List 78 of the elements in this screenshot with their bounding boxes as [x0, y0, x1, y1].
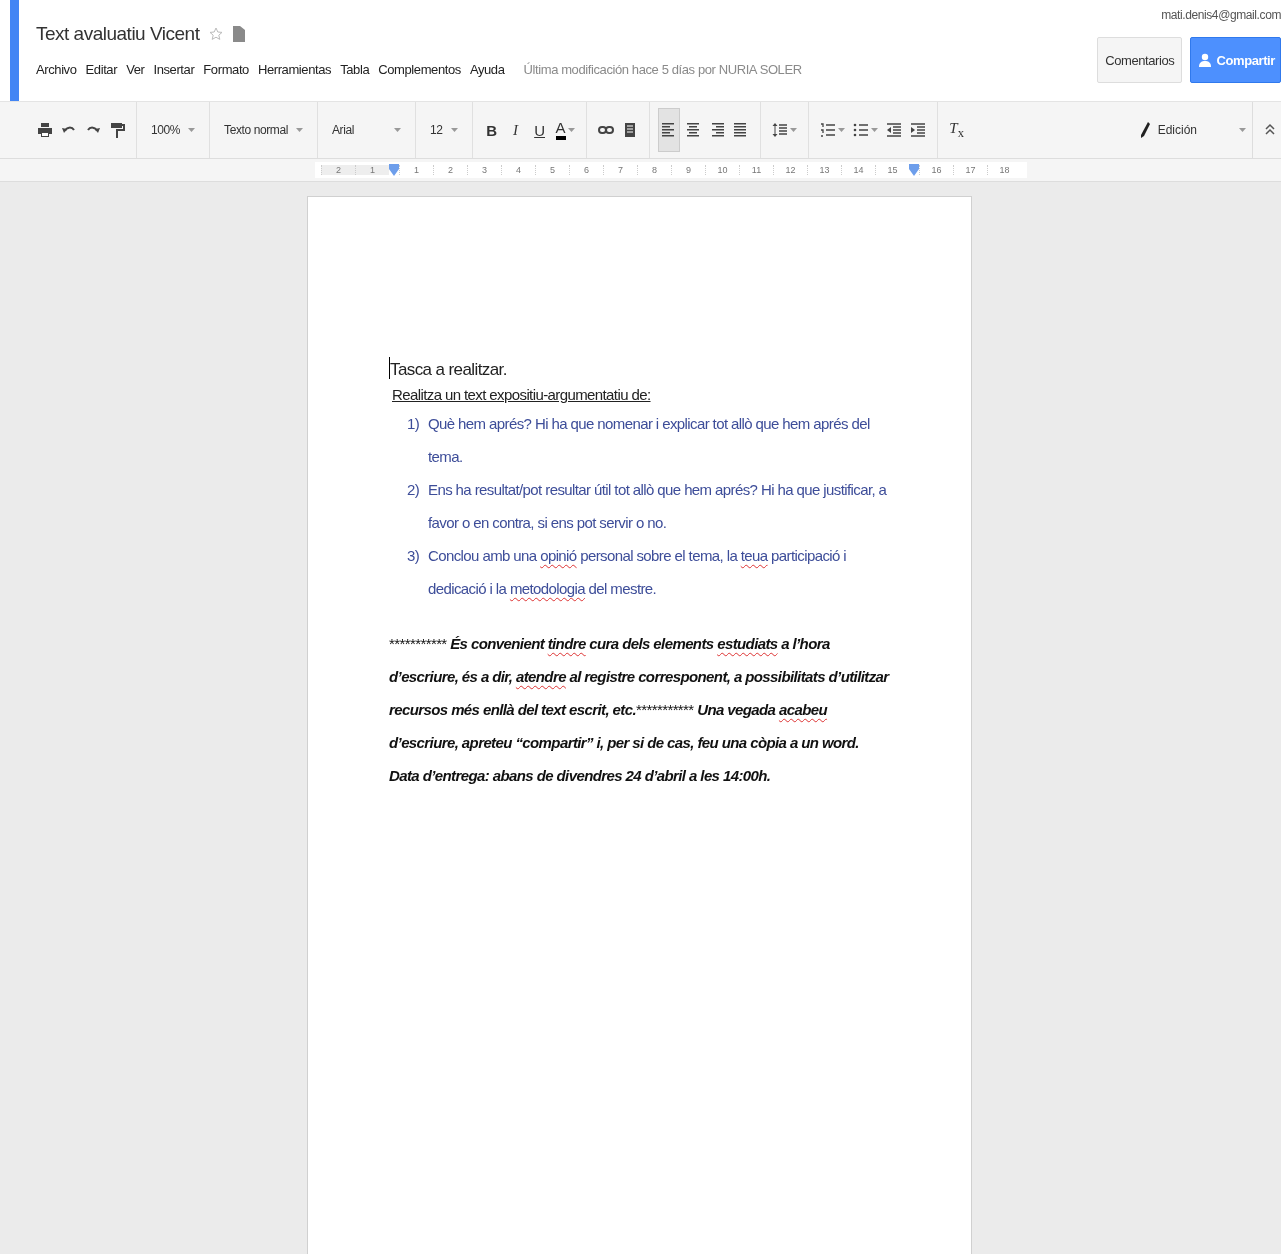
menu-item[interactable]: Formato	[203, 62, 249, 77]
menu-item[interactable]: Herramientas	[257, 62, 332, 77]
ruler-number: 18	[987, 165, 1021, 175]
list-number: 1)	[407, 414, 421, 434]
star-icon[interactable]	[209, 27, 224, 41]
ruler-number: 3	[467, 165, 501, 175]
ruler-number: 16	[919, 165, 953, 175]
pencil-icon	[1139, 122, 1150, 138]
caret-icon	[837, 128, 845, 132]
align-left-button[interactable]	[657, 108, 680, 152]
dropdown[interactable]: 100%	[145, 123, 202, 137]
align-center-icon	[684, 122, 701, 138]
clear-formatting-button[interactable]: T$_{x}$	[945, 115, 968, 145]
line-spacing-icon	[771, 122, 788, 138]
numbered-list-icon	[819, 122, 836, 138]
caret-icon	[450, 128, 458, 132]
italic-button[interactable]: I	[504, 115, 527, 145]
ruler-number: 8	[637, 165, 671, 175]
menu-item[interactable]: Ayuda	[469, 62, 505, 77]
document-title[interactable]: Text avaluatiu Vicent	[36, 23, 200, 45]
caret-icon	[567, 128, 575, 132]
caret-icon	[1239, 128, 1246, 132]
increase-indent-icon	[909, 122, 926, 138]
list-number: 2)	[407, 480, 421, 500]
ruler-number: 1	[355, 165, 389, 175]
ruler-number: 9	[671, 165, 705, 175]
dropdown[interactable]: 12	[424, 123, 464, 137]
dropdown[interactable]: Texto normal	[218, 123, 309, 137]
ruler-number: 11	[739, 165, 773, 175]
paragraph: Realitza un text expositiu-argumentatiu de:	[392, 385, 652, 405]
folder-icon[interactable]	[233, 26, 246, 42]
decrease-indent-icon	[885, 122, 902, 138]
ruler-number: 5	[535, 165, 569, 175]
menu-item[interactable]: Complementos	[378, 62, 461, 77]
ruler-number: 10	[705, 165, 739, 175]
bold-button[interactable]: B	[480, 115, 503, 145]
caret-icon	[870, 128, 878, 132]
menu-item[interactable]: Insertar	[153, 62, 195, 77]
ruler-number: 13	[807, 165, 841, 175]
print-icon	[37, 122, 53, 138]
justify-icon	[732, 122, 749, 138]
person-icon	[1199, 53, 1212, 67]
ruler-number: 2	[321, 165, 355, 175]
caret-icon	[789, 128, 797, 132]
ruler-number: 12	[773, 165, 807, 175]
paragraph: Tasca a realitzar.	[389, 357, 891, 383]
menu-item[interactable]: Editar	[85, 62, 118, 77]
text-color-button[interactable]: A	[552, 115, 578, 145]
align-left-icon	[660, 122, 677, 138]
account-email[interactable]: mati.denis4@gmail.com	[1161, 8, 1281, 22]
caret-icon	[296, 128, 303, 132]
comments-button[interactable]: Comentarios	[1097, 37, 1183, 83]
ruler-number: 7	[603, 165, 637, 175]
ruler-number: 14	[841, 165, 875, 175]
ruler[interactable]: 2 1 1 2 3 4 5 6 7 8 9 10 11 12 13 14 15 16 17 18	[315, 162, 1027, 178]
paint-roller-icon	[109, 122, 125, 138]
list-item-text: Conclou amb una opinió personal sobre el tema, la teua participació i dedicació i la metodologia del mestre.	[428, 546, 848, 599]
list-item-text: Què hem aprés? Hi ha que nomenar i explicar tot allò que hem aprés del tema.	[428, 414, 871, 467]
ruler-number: 17	[953, 165, 987, 175]
list-item-text: Ens ha resultat/pot resultar útil tot allò que hem aprés? Hi ha que justificar, a favor o en contra, si ens pot servir o no.	[428, 480, 888, 533]
indent-marker-icon[interactable]	[909, 164, 919, 176]
ruler-number: 4	[501, 165, 535, 175]
underline-button[interactable]: U	[528, 115, 551, 145]
list-number: 3)	[407, 546, 421, 566]
caret-icon	[394, 128, 401, 132]
dropdown[interactable]: Arial	[326, 123, 407, 137]
last-edit-link[interactable]: Última modificación hace 5 días por NURIA SOLER	[523, 62, 802, 77]
menu-item[interactable]: Archivo	[36, 62, 77, 77]
ruler-number: 1	[399, 165, 433, 175]
ruler-number: 6	[569, 165, 603, 175]
menu-item[interactable]: Tabla	[340, 62, 370, 77]
caret-icon	[188, 128, 196, 132]
ruler-number: 2	[433, 165, 467, 175]
bulleted-list-icon	[852, 122, 869, 138]
paragraph: *********** És convenient tindre cura dels elements estudiats a l’hora d’escriure, és a dir, atendre al registre corresponent, a possibilitats d’utilitzar recursos més enllà del text escrit, etc.*********** Una vegada acabeu d’escriure, apreteu “compartir” i, per si de cas, feu una còpia a un word. Data d’entrega: abans de divendres 24 d’abril a les 14:00h.	[389, 634, 891, 786]
double-chevron-icon	[1265, 122, 1275, 135]
menu-item[interactable]: Ver	[126, 62, 145, 77]
editing-mode-dropdown[interactable]: Edición	[1133, 121, 1252, 139]
